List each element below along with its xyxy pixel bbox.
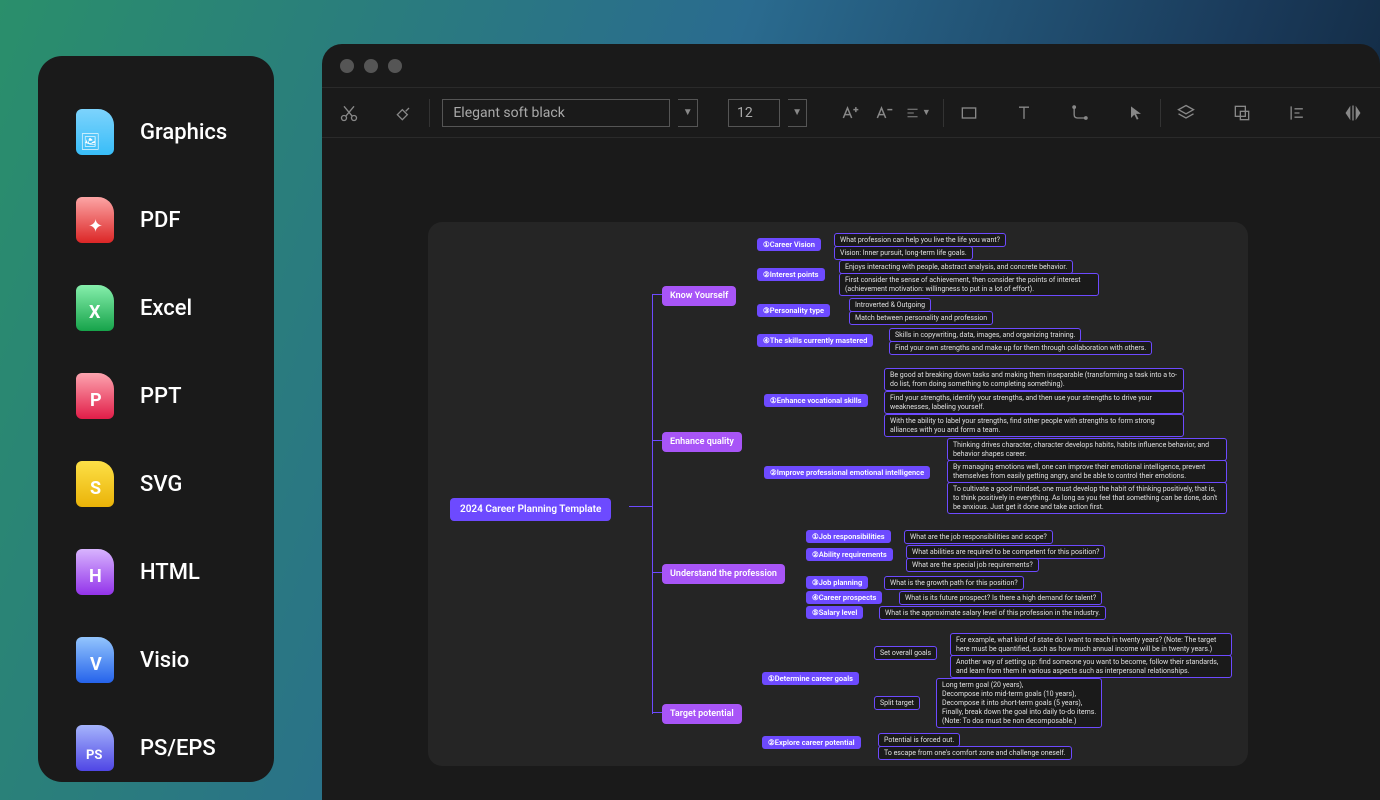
mm-leaf[interactable]: Another way of setting up: find someone … [950,655,1232,678]
sidebar-label: Graphics [140,120,227,145]
ppt-icon [76,373,114,419]
export-sidebar: Graphics PDF Excel PPT SVG HTML Visio PS… [38,56,274,782]
mm-sub[interactable]: ①Job responsibilities [806,530,891,543]
mm-leaf[interactable]: What are the special job requirements? [906,558,1039,572]
titlebar [322,44,1380,88]
font-size-dropdown-icon[interactable]: ▼ [788,99,808,127]
visio-icon [76,637,114,683]
font-increase-icon[interactable] [837,100,863,126]
text-icon[interactable] [1011,100,1037,126]
html-icon [76,549,114,595]
mm-sub[interactable]: ②Interest points [757,268,825,281]
mm-leaf[interactable]: Enjoys interacting with people, abstract… [839,260,1073,274]
mm-leaf[interactable]: First consider the sense of achievement,… [839,273,1099,296]
mm-leaf[interactable]: What is the approximate salary level of … [879,606,1106,620]
mm-sub[interactable]: ②Ability requirements [806,548,893,561]
mm-leaf[interactable]: With the ability to label your strengths… [884,414,1184,437]
mm-leaf[interactable]: To cultivate a good mindset, one must de… [947,482,1227,514]
pdf-icon [76,197,114,243]
editor-window: Elegant soft black ▼ 12 ▼ ▼ [322,44,1380,800]
mm-branch[interactable]: Enhance quality [662,432,742,452]
mm-branch[interactable]: Know Yourself [662,286,736,306]
mm-leaf[interactable]: For example, what kind of state do I wan… [950,633,1232,656]
mm-sub[interactable]: ①Determine career goals [762,672,859,685]
sidebar-label: Excel [140,296,192,321]
ps-icon [76,725,114,771]
mm-root[interactable]: 2024 Career Planning Template [450,498,611,521]
mm-leaf[interactable]: Skills in copywriting, data, images, and… [889,328,1081,342]
align-icon[interactable]: ▼ [905,100,931,126]
mm-sub[interactable]: ⑤Salary level [806,606,863,619]
canvas[interactable]: 2024 Career Planning Template Know Yours… [428,222,1248,766]
mm-sub[interactable]: ①Career Vision [757,238,821,251]
sidebar-label: PPT [140,384,182,409]
mm-leaf[interactable]: To escape from one's comfort zone and ch… [878,746,1072,760]
mm-sub[interactable]: ③Personality type [757,304,830,317]
mm-sub[interactable]: ②Improve professional emotional intellig… [764,466,930,479]
mm-leaf[interactable]: What abilities are required to be compet… [906,545,1105,559]
connector-icon[interactable] [1067,100,1093,126]
mm-leaf[interactable]: Thinking drives character, character dev… [947,438,1227,461]
mm-leaf[interactable]: What is the growth path for this positio… [884,576,1024,590]
sidebar-item-ps[interactable]: PS/EPS [38,704,274,792]
layers-icon[interactable] [1173,100,1199,126]
sidebar-item-excel[interactable]: Excel [38,264,274,352]
window-minimize-dot[interactable] [364,59,378,73]
mm-branch[interactable]: Target potential [662,704,742,724]
align-left-icon[interactable] [1285,100,1311,126]
sidebar-label: PS/EPS [140,736,216,761]
toolbar: Elegant soft black ▼ 12 ▼ ▼ [322,88,1380,138]
sidebar-label: SVG [140,472,182,497]
mm-leaf[interactable]: What are the job responsibilities and sc… [904,530,1053,544]
font-size-select[interactable]: 12 [728,99,780,127]
svg-icon [76,461,114,507]
mm-leaf[interactable]: Find your own strengths and make up for … [889,341,1152,355]
mm-leaf[interactable]: By managing emotions well, one can impro… [947,460,1227,483]
mm-leaf[interactable]: Split target [874,696,920,710]
mindmap: 2024 Career Planning Template Know Yours… [444,238,1232,750]
mm-leaf[interactable]: Be good at breaking down tasks and makin… [884,368,1184,391]
sidebar-item-html[interactable]: HTML [38,528,274,616]
flip-icon[interactable] [1340,100,1366,126]
theme-value: Elegant soft black [453,105,564,121]
sidebar-label: HTML [140,560,200,585]
sidebar-item-ppt[interactable]: PPT [38,352,274,440]
font-size-value: 12 [737,105,753,121]
mm-leaf[interactable]: Introverted & Outgoing [849,298,931,312]
theme-dropdown-icon[interactable]: ▼ [678,99,698,127]
rectangle-icon[interactable] [956,100,982,126]
excel-icon [76,285,114,331]
cut-icon[interactable] [336,100,362,126]
mm-sub[interactable]: ③Job planning [806,576,868,589]
sidebar-label: Visio [140,648,189,673]
mm-leaf[interactable]: Potential is forced out. [878,733,960,747]
format-painter-icon[interactable] [392,100,418,126]
sidebar-item-visio[interactable]: Visio [38,616,274,704]
mm-leaf[interactable]: Find your strengths, identify your stren… [884,391,1184,414]
sidebar-item-svg[interactable]: SVG [38,440,274,528]
theme-select[interactable]: Elegant soft black [442,99,670,127]
window-close-dot[interactable] [340,59,354,73]
mm-leaf[interactable]: Long term goal (20 years), Decompose int… [936,678,1102,728]
graphics-icon [76,109,114,155]
mm-leaf[interactable]: Vision: Inner pursuit, long-term life go… [834,246,973,260]
mm-leaf[interactable]: What profession can help you live the li… [834,233,1006,247]
mm-leaf[interactable]: Set overall goals [874,646,937,660]
window-maximize-dot[interactable] [388,59,402,73]
sidebar-item-pdf[interactable]: PDF [38,176,274,264]
mm-leaf[interactable]: What is its future prospect? Is there a … [899,591,1102,605]
font-decrease-icon[interactable] [871,100,897,126]
sidebar-item-graphics[interactable]: Graphics [38,88,274,176]
cursor-icon[interactable] [1123,100,1149,126]
mm-sub[interactable]: ①Enhance vocational skills [764,394,868,407]
mm-branch[interactable]: Understand the profession [662,564,785,584]
sidebar-label: PDF [140,208,181,233]
group-icon[interactable] [1229,100,1255,126]
mm-leaf[interactable]: Match between personality and profession [849,311,993,325]
mm-sub[interactable]: ④Career prospects [806,591,882,604]
mm-sub[interactable]: ④The skills currently mastered [757,334,873,347]
mm-sub[interactable]: ②Explore career potential [762,736,861,749]
